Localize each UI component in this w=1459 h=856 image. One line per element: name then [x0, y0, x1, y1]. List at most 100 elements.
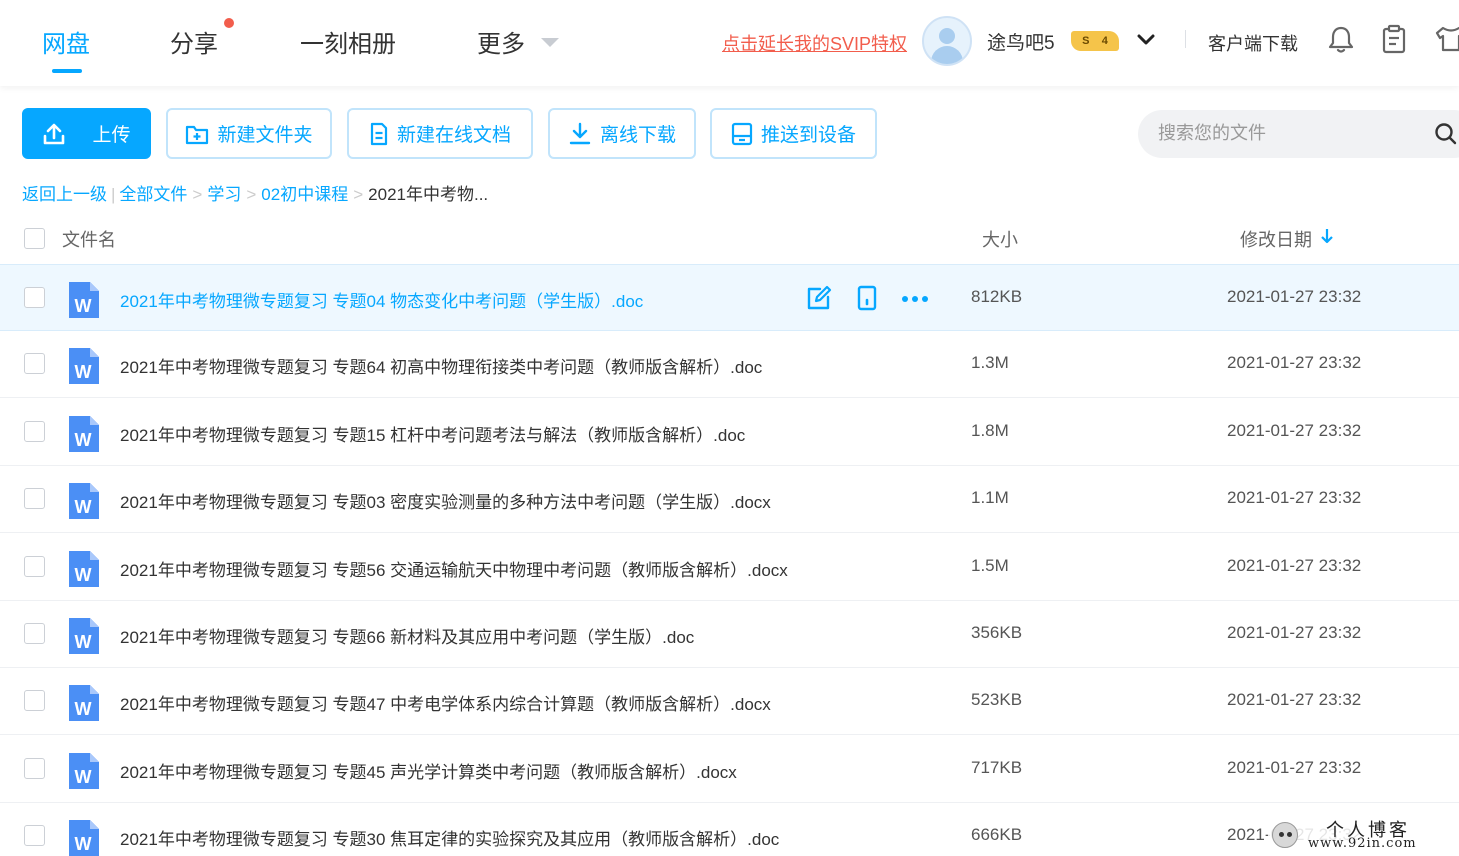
table-row[interactable]: W 2021年中考物理微专题复习 专题64 初高中物理衔接类中考问题（教师版含解析…	[0, 331, 1459, 399]
svg-text:W: W	[75, 767, 92, 787]
file-name[interactable]: 2021年中考物理微专题复习 专题45 声光学计算类中考问题（教师版含解析）.d…	[120, 758, 737, 783]
word-doc-icon: W	[69, 348, 99, 385]
search-box	[1138, 110, 1459, 158]
upload-icon	[44, 123, 65, 144]
client-download-link[interactable]: 客户端下载	[1208, 30, 1298, 56]
file-name[interactable]: 2021年中考物理微专题复习 专题30 焦耳定律的实验探究及其应用（教师版含解析…	[120, 825, 779, 850]
row-checkbox[interactable]	[24, 287, 45, 308]
watermark-logo	[1272, 822, 1298, 848]
top-navigation: 网盘 分享 一刻相册 更多 点击延长我的SVIP特权 途鸟吧5 S 4 客户端下…	[0, 0, 1459, 86]
table-row[interactable]: W 2021年中考物理微专题复习 专题30 焦耳定律的实验探究及其应用（教师版含解…	[0, 803, 1459, 856]
row-checkbox[interactable]	[24, 353, 45, 375]
push-to-device-label: 推送到设备	[760, 125, 856, 146]
file-name[interactable]: 2021年中考物理微专题复习 专题47 中考电学体系内综合计算题（教师版含解析）…	[120, 690, 771, 715]
file-size: 812KB	[971, 287, 1023, 306]
upload-button[interactable]: 上传	[22, 108, 151, 159]
edit-icon[interactable]	[806, 285, 832, 311]
breadcrumb-separator: >	[192, 185, 203, 204]
column-header-name[interactable]: 文件名	[62, 226, 116, 252]
row-checkbox[interactable]	[24, 623, 45, 644]
table-row[interactable]: W 2021年中考物理微专题复习 专题15 杠杆中考问题考法与解法（教师版含解析）…	[0, 399, 1459, 466]
row-checkbox[interactable]	[24, 690, 45, 712]
word-doc-icon: W	[69, 618, 99, 654]
bell-icon[interactable]	[1327, 24, 1355, 54]
tab-album[interactable]: 一刻相册	[300, 24, 396, 59]
breadcrumb-back[interactable]: 返回上一级	[22, 185, 107, 204]
file-name[interactable]: 2021年中考物理微专题复习 专题03 密度实验测量的多种方法中考问题（学生版）…	[120, 488, 771, 513]
table-row[interactable]: W 2021年中考物理微专题复习 专题47 中考电学体系内综合计算题（教师版含解析…	[0, 668, 1459, 736]
file-name[interactable]: 2021年中考物理微专题复习 专题66 新材料及其应用中考问题（学生版）.doc	[120, 623, 694, 648]
file-modified-date: 2021-01-27 23:32	[1227, 555, 1362, 575]
svip-renew-link[interactable]: 点击延长我的SVIP特权	[722, 30, 907, 56]
row-checkbox[interactable]	[24, 555, 45, 577]
breadcrumb-divider: |	[111, 185, 116, 204]
shirt-icon[interactable]	[1434, 24, 1459, 54]
row-checkbox[interactable]	[24, 825, 45, 847]
row-checkbox[interactable]	[24, 488, 45, 510]
active-tab-indicator	[52, 69, 82, 73]
watermark: 个人博客 www.92in.com	[1268, 816, 1459, 856]
file-size: 666KB	[971, 825, 1023, 845]
more-dropdown-icon[interactable]	[541, 38, 559, 47]
username[interactable]: 途鸟吧5	[987, 28, 1055, 55]
avatar[interactable]	[922, 16, 972, 66]
tab-netdisk[interactable]: 网盘	[42, 24, 90, 59]
column-header-size[interactable]: 大小	[982, 226, 1018, 252]
file-size: 1.3M	[971, 353, 1009, 373]
breadcrumb-all-files[interactable]: 全部文件	[119, 185, 187, 204]
upload-label: 上传	[92, 125, 131, 146]
row-checkbox[interactable]	[24, 757, 45, 779]
chevron-down-icon[interactable]	[1136, 30, 1156, 50]
word-doc-icon: W	[69, 282, 99, 318]
push-to-device-button[interactable]: 推送到设备	[710, 108, 877, 159]
new-online-doc-button[interactable]: 新建在线文档	[347, 108, 533, 159]
breadcrumb: 返回上一级 | 全部文件 > 学习 >02初中课程 >2021年中考物...	[22, 180, 488, 205]
file-name[interactable]: 2021年中考物理微专题复习 专题15 杠杆中考问题考法与解法（教师版含解析）.…	[120, 421, 745, 446]
new-folder-label: 新建文件夹	[217, 125, 313, 146]
share-notification-dot	[224, 18, 234, 28]
search-icon[interactable]	[1434, 121, 1458, 147]
download-icon	[569, 122, 591, 144]
word-doc-icon: W	[69, 483, 99, 520]
breadcrumb-separator: >	[246, 185, 257, 204]
table-row[interactable]: W 2021年中考物理微专题复习 专题03 密度实验测量的多种方法中考问题（学生版…	[0, 466, 1459, 534]
tab-more[interactable]: 更多	[477, 24, 525, 59]
watermark-url: www.92in.com	[1308, 836, 1417, 851]
phone-icon[interactable]	[854, 285, 880, 311]
svg-text:W: W	[75, 296, 92, 316]
breadcrumb-study[interactable]: 学习	[207, 185, 241, 204]
search-input[interactable]	[1158, 120, 1428, 146]
file-modified-date: 2021-01-27 23:32	[1227, 757, 1362, 777]
column-header-date[interactable]: 修改日期	[1240, 226, 1312, 252]
more-actions-icon[interactable]	[901, 285, 929, 311]
file-modified-date: 2021-01-27 23:32	[1227, 623, 1362, 642]
word-doc-icon: W	[69, 752, 99, 789]
table-row[interactable]: W 2021年中考物理微专题复习 专题66 新材料及其应用中考问题（学生版）.do…	[0, 601, 1459, 668]
file-size: 1.1M	[971, 488, 1009, 508]
file-modified-date: 2021-01-27 23:32	[1227, 353, 1362, 373]
file-name[interactable]: 2021年中考物理微专题复习 专题64 初高中物理衔接类中考问题（教师版含解析）…	[120, 353, 762, 378]
offline-download-button[interactable]: 离线下载	[548, 108, 696, 159]
svg-text:W: W	[75, 834, 92, 854]
select-all-checkbox[interactable]	[24, 228, 45, 249]
tab-share[interactable]: 分享	[170, 24, 218, 59]
breadcrumb-separator: >	[353, 185, 364, 204]
new-folder-button[interactable]: 新建文件夹	[166, 108, 332, 159]
file-name[interactable]: 2021年中考物理微专题复习 专题04 物态变化中考问题（学生版）.doc	[120, 287, 643, 312]
table-row[interactable]: W 2021年中考物理微专题复习 专题45 声光学计算类中考问题（教师版含解析）.…	[0, 736, 1459, 803]
file-name[interactable]: 2021年中考物理微专题复习 专题56 交通运输航天中物理中考问题（教师版含解析…	[120, 556, 788, 581]
svip-level-badge: S 4	[1071, 31, 1119, 51]
offline-download-label: 离线下载	[599, 125, 676, 146]
table-row[interactable]: W 2021年中考物理微专题复习 专题04 物态变化中考问题（学生版）.doc 81…	[0, 264, 1459, 331]
sort-descending-icon[interactable]	[1320, 228, 1334, 244]
svg-text:W: W	[75, 362, 92, 382]
table-row[interactable]: W 2021年中考物理微专题复习 专题56 交通运输航天中物理中考问题（教师版含解…	[0, 534, 1459, 601]
file-modified-date: 2021-01-27 23:32	[1227, 287, 1362, 306]
file-size: 356KB	[971, 623, 1023, 642]
word-doc-icon: W	[69, 685, 99, 722]
clipboard-icon[interactable]	[1380, 24, 1408, 54]
device-icon	[731, 122, 753, 145]
row-checkbox[interactable]	[24, 420, 45, 442]
word-doc-icon: W	[69, 550, 99, 587]
breadcrumb-junior-course[interactable]: 02初中课程	[261, 185, 348, 204]
